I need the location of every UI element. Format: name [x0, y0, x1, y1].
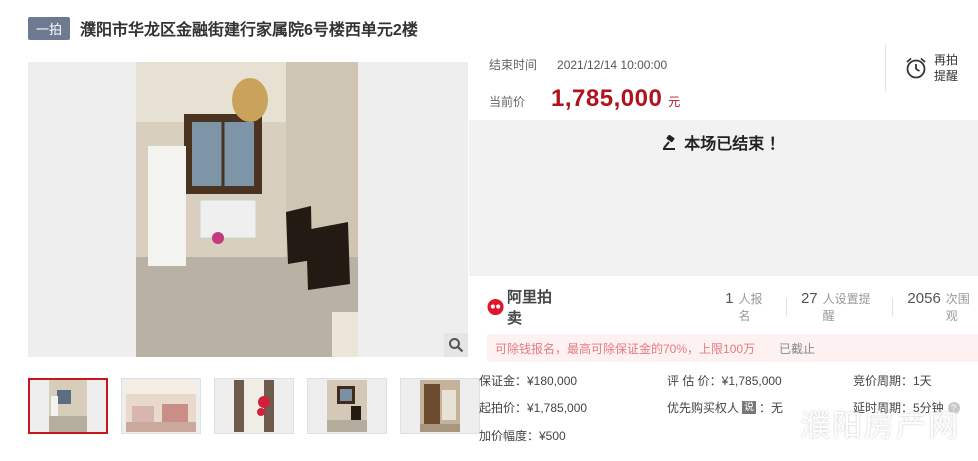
remind-text: 再拍 提醒 [934, 52, 958, 84]
platform-name: 阿里拍卖 [507, 289, 553, 327]
search-icon [449, 338, 464, 353]
remind-line-1: 再拍 [934, 53, 959, 67]
starting-price: 起拍价：¥1,785,000 [479, 401, 588, 415]
stat-reminders-label: 人设置提醒 [822, 292, 871, 323]
stat-reminders-num: 27 [800, 290, 818, 307]
stat-views: 2056 次围观 [907, 290, 978, 324]
stat-views-num: 2056 [907, 290, 941, 307]
ali-auction-logo: 阿里拍卖 [487, 286, 564, 328]
priority-purchaser-label: 优先购买权人 [667, 401, 740, 415]
stat-views-label: 次围观 [945, 292, 970, 323]
zoom-button[interactable] [444, 333, 468, 357]
auction-round-tag: 一拍 [28, 16, 71, 40]
divider [786, 298, 787, 316]
thumbnail-strip [28, 378, 493, 436]
remind-button[interactable]: 再拍 提醒 [885, 44, 978, 92]
stat-signups-label: 人报名 [738, 292, 763, 323]
bid-increment: 加价幅度：¥500 [479, 429, 566, 443]
loan-notice-status: 已截止 [779, 341, 816, 356]
ali-auction-logo-icon [487, 298, 504, 316]
divider [892, 298, 894, 316]
stat-reminders: 27 人设置提醒 [801, 290, 879, 324]
priority-purchaser: 优先购买权人 说 ：无 [667, 399, 783, 416]
title-row: 一拍 濮阳市华龙区金融街建行家属院6号楼西单元2楼 [28, 16, 418, 40]
alarm-clock-icon [906, 57, 926, 79]
main-image[interactable] [28, 62, 468, 357]
priority-info-badge[interactable]: 说 [742, 401, 757, 414]
bidding-cycle: 竞价周期：1天 [853, 374, 932, 388]
thumbnail-1[interactable] [28, 378, 108, 434]
current-price-row: 当前价 1,785,000 元 [489, 85, 680, 113]
loan-notice-text: 可除钱报名，最高可除保证金的70%，上限100万 [495, 341, 756, 356]
status-area: 本场已结束 ！ [469, 120, 978, 276]
thumbnail-5[interactable] [400, 378, 480, 434]
auction-ended-text: 本场已结束 ！ [684, 136, 785, 153]
loan-notice: 可除钱报名，最高可除保证金的70%，上限100万 已截止 [487, 334, 978, 362]
deposit: 保证金：¥180,000 [479, 374, 578, 388]
gavel-icon [663, 134, 676, 150]
main-photo [136, 62, 358, 357]
end-time-value: 2021/12/14 10:00:00 [557, 57, 668, 72]
current-price-label: 当前价 [489, 95, 526, 109]
assessment-price: 评 估 价：¥1,785,000 [667, 374, 782, 388]
stat-signups: 1 人报名 [725, 290, 772, 324]
stat-signups-num: 1 [725, 290, 734, 307]
thumbnail-2[interactable] [121, 378, 201, 434]
end-time-label: 结束时间 [489, 58, 538, 72]
auction-panel: 结束时间 2021/12/14 10:00:00 当前价 1,785,000 元… [469, 42, 978, 461]
remind-line-2: 提醒 [934, 69, 959, 83]
watermark: 濮阳房产网 [800, 409, 960, 444]
current-price-unit: 元 [668, 95, 681, 109]
end-time-row: 结束时间 2021/12/14 10:00:00 [489, 56, 667, 73]
platform-stats-row: 阿里拍卖 1 人报名 27 人设置提醒 2056 次围观 [487, 289, 978, 327]
thumbnail-4[interactable] [307, 378, 387, 434]
auction-ended-status: 本场已结束 ！ [469, 130, 978, 154]
current-price-value: 1,785,000 [551, 85, 663, 112]
thumbnail-3[interactable] [214, 378, 294, 434]
page-title: 濮阳市华龙区金融街建行家属院6号楼西单元2楼 [80, 22, 418, 39]
priority-purchaser-value: ：无 [759, 401, 784, 415]
